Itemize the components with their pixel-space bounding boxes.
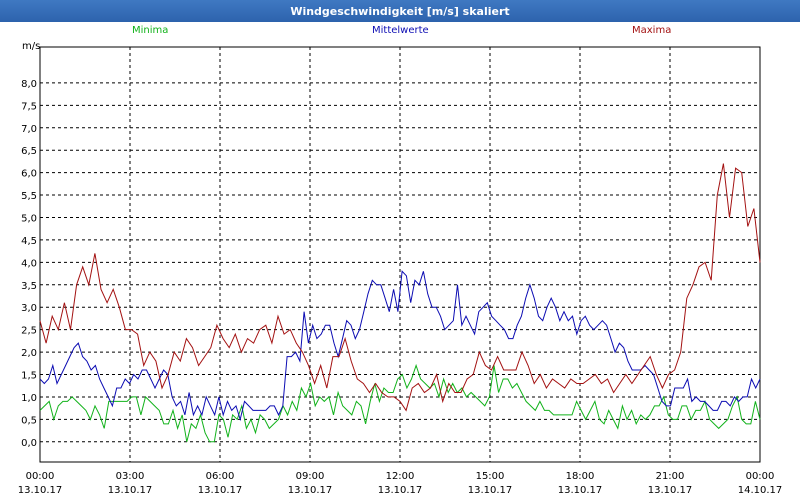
x-tick-date: 13.10.17 [468,485,513,496]
x-tick-time: 03:00 [116,471,145,482]
x-tick-time: 15:00 [476,471,505,482]
y-tick-label: 8,0 [21,79,37,90]
y-tick-label: 5,5 [21,191,37,202]
x-tick-date: 13.10.17 [198,485,243,496]
x-tick-date: 14.10.17 [738,485,783,496]
y-tick-label: 3,5 [21,281,37,292]
x-tick-date: 13.10.17 [18,485,63,496]
x-tick-time: 06:00 [206,471,235,482]
x-tick-time: 12:00 [386,471,415,482]
x-tick-date: 13.10.17 [558,485,603,496]
y-tick-label: 7,5 [21,101,37,112]
y-tick-label: 4,0 [21,258,37,269]
y-axis-unit: m/s [22,41,40,52]
x-tick-date: 13.10.17 [378,485,423,496]
x-tick-date: 13.10.17 [288,485,333,496]
y-tick-label: 6,5 [21,146,37,157]
y-tick-label: 7,0 [21,124,37,135]
x-tick-time: 09:00 [296,471,325,482]
y-tick-label: 0,0 [21,438,37,449]
y-tick-label: 6,0 [21,169,37,180]
y-tick-label: 5,0 [21,213,37,224]
chart-window: Windgeschwindigkeit [m/s] skaliert Minim… [0,0,800,500]
x-tick-time: 18:00 [566,471,595,482]
y-tick-label: 3,0 [21,303,37,314]
y-tick-label: 1,0 [21,393,37,404]
y-tick-label: 1,5 [21,371,37,382]
y-tick-label: 0,5 [21,415,37,426]
wind-speed-chart: m/s 0,0 0,5 1,0 1,5 2,0 2,5 3,0 3,5 4,0 4,5 5,0 5,5 6… [18,41,783,496]
y-tick-label: 2,0 [21,348,37,359]
x-tick-time: 00:00 [746,471,775,482]
y-tick-label: 4,5 [21,236,37,247]
y-tick-label: 2,5 [21,326,37,337]
x-tick-time: 00:00 [26,471,55,482]
x-tick-time: 21:00 [656,471,685,482]
x-tick-date: 13.10.17 [648,485,693,496]
x-tick-date: 13.10.17 [108,485,153,496]
